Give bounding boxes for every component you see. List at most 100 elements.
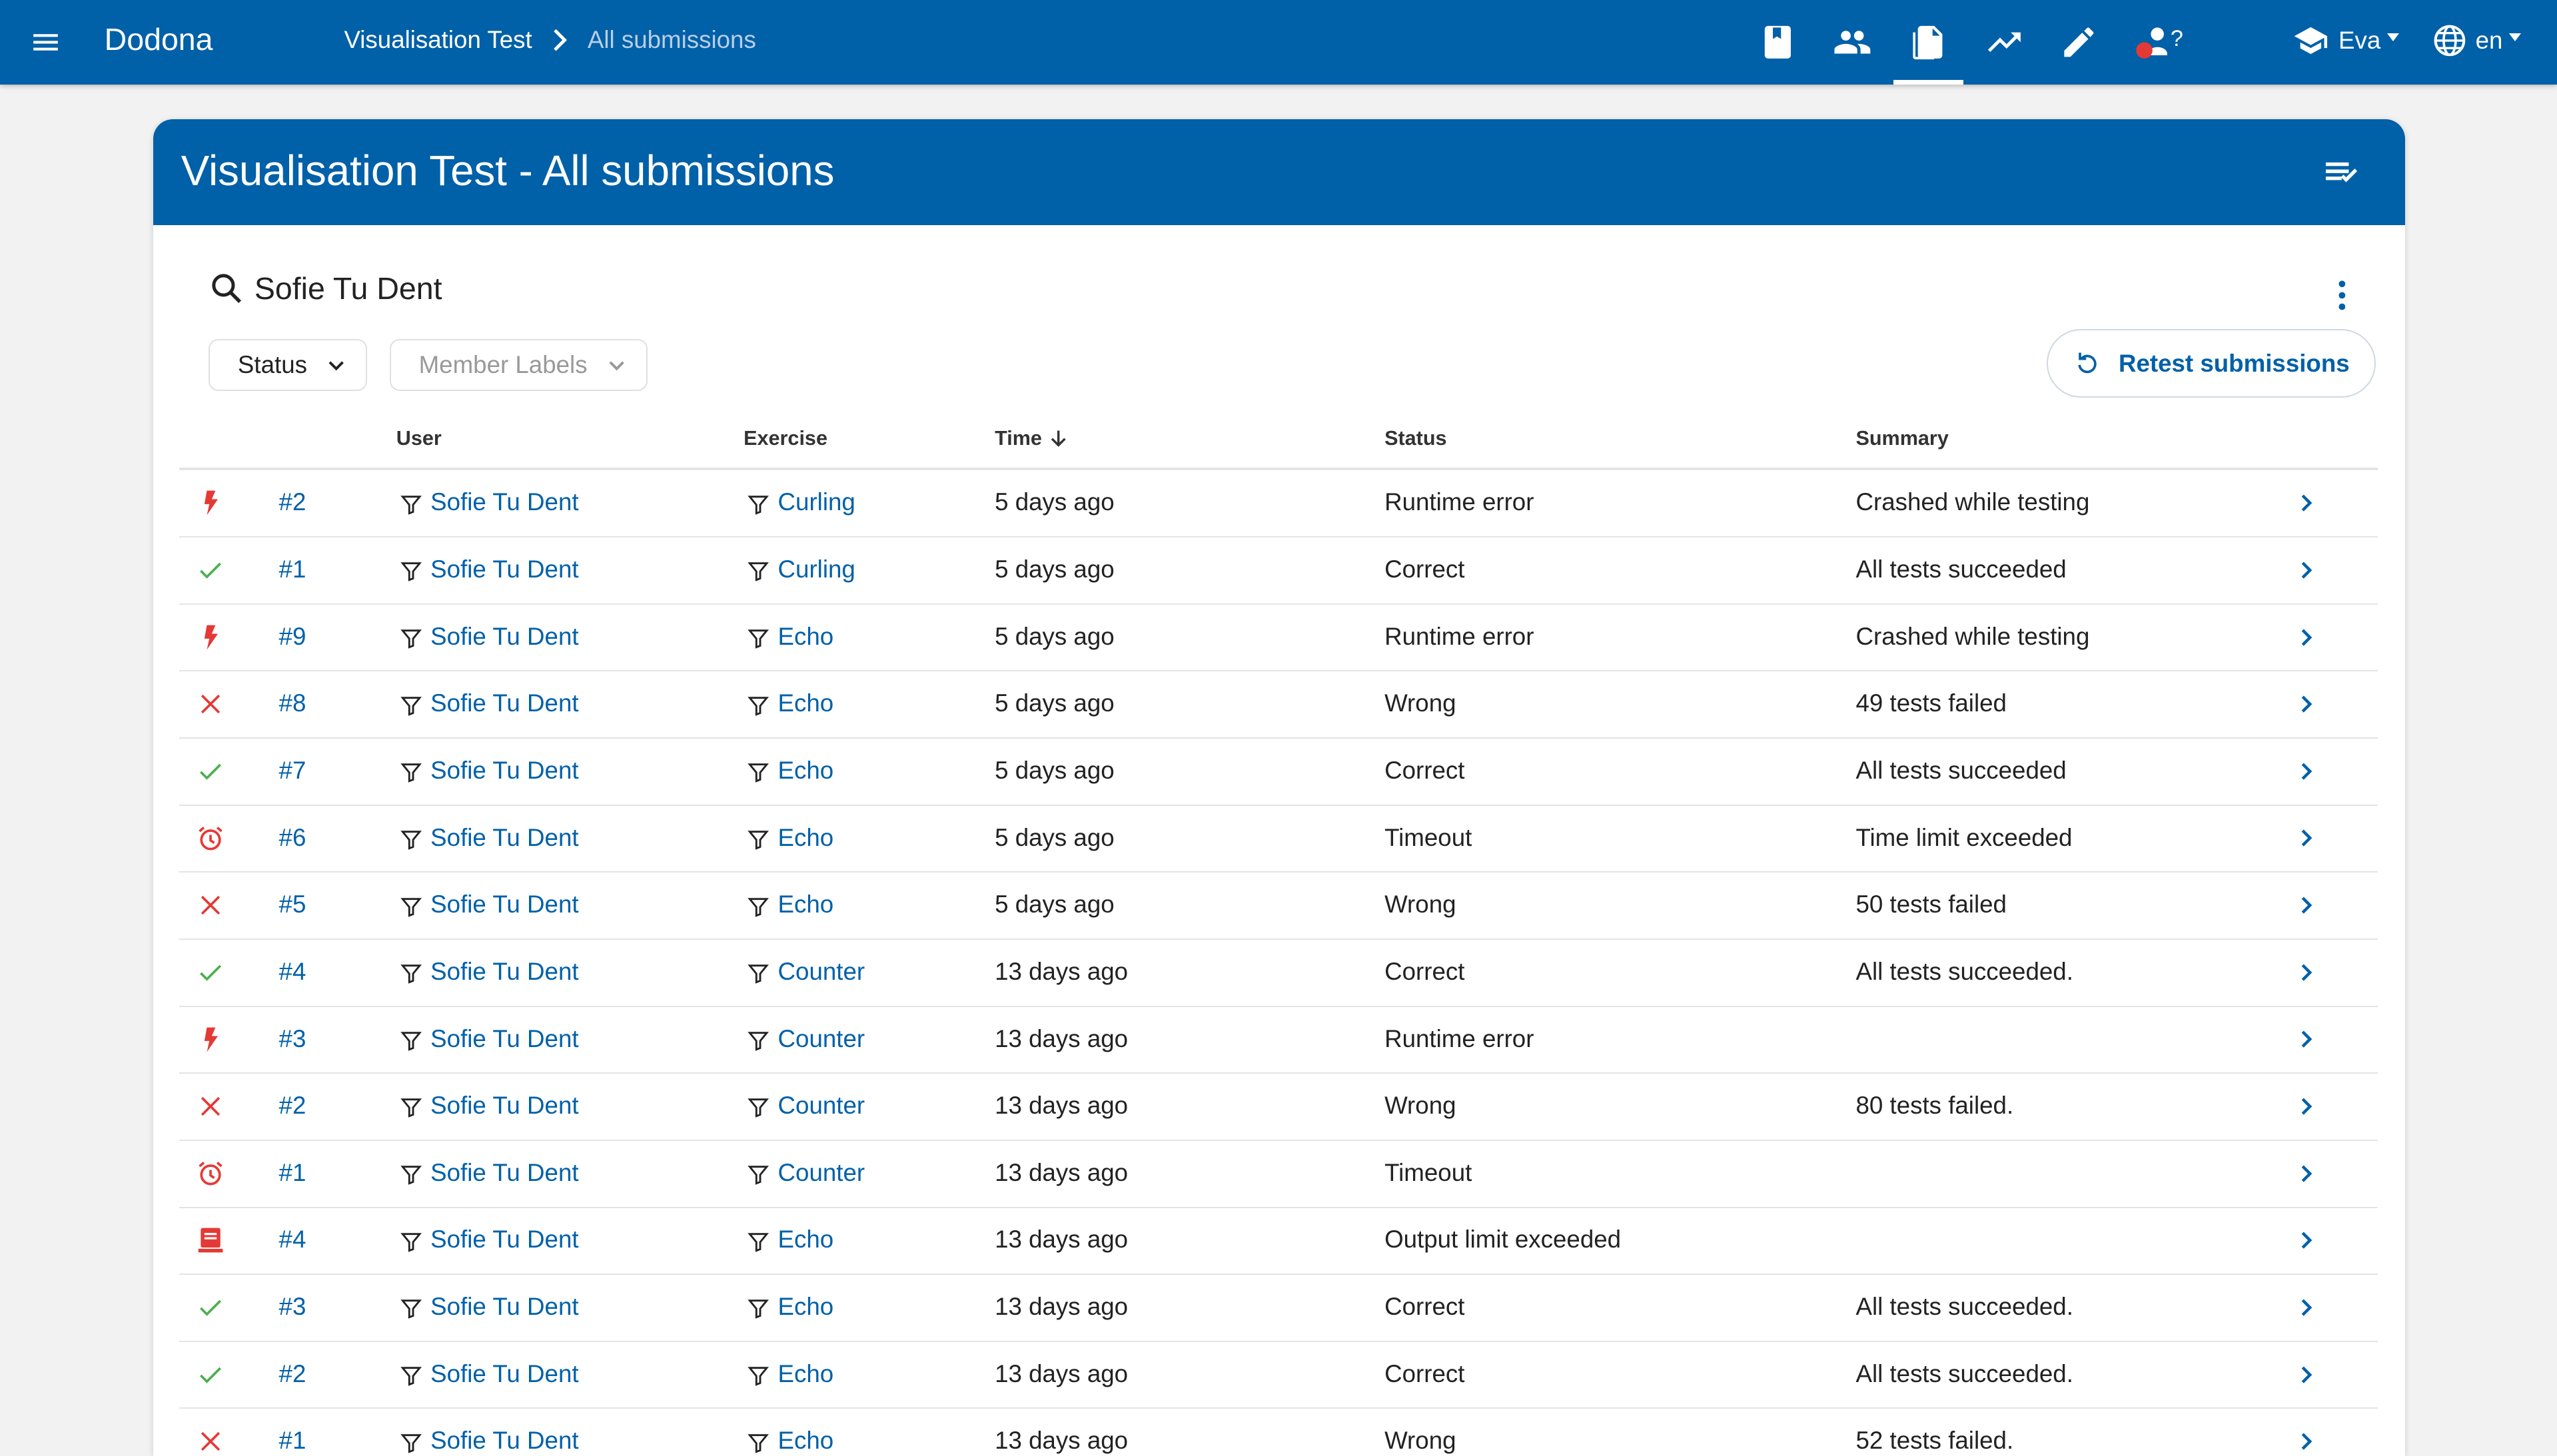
filter-icon[interactable] [400,1431,422,1454]
table-row[interactable]: #6 Sofie Tu Dent Echo 5 days ago Timeout Time… [179,806,2378,873]
submissions-icon[interactable] [1908,23,1947,62]
table-row[interactable]: #4 Sofie Tu Dent Echo 13 days ago Output lim… [179,1208,2378,1275]
column-header-time[interactable]: Time [995,427,1068,450]
stats-icon[interactable] [1985,23,2024,62]
user-link[interactable]: Sofie Tu Dent [430,757,578,785]
table-row[interactable]: #3 Sofie Tu Dent Counter 13 days ago Runtime… [179,1007,2378,1074]
language-menu[interactable]: en [2432,23,2522,59]
filter-icon[interactable] [747,694,769,717]
table-row[interactable]: #3 Sofie Tu Dent Echo 13 days ago Correct All… [179,1275,2378,1342]
breadcrumb-course-link[interactable]: Visualisation Test [344,26,532,54]
table-row[interactable]: #1 Sofie Tu Dent Echo 13 days ago Wrong 52 te… [179,1409,2377,1455]
people-icon[interactable] [1833,23,1872,62]
exercise-link[interactable]: Echo [778,757,834,785]
user-link[interactable]: Sofie Tu Dent [430,1226,578,1254]
submission-number-link[interactable]: #8 [279,689,306,717]
exercise-link[interactable]: Echo [778,1360,834,1388]
exercise-link[interactable]: Echo [778,891,834,918]
filter-icon[interactable] [747,1096,769,1118]
table-row[interactable]: #9 Sofie Tu Dent Echo 5 days ago Runtime err… [179,605,2378,672]
edit-icon[interactable] [2059,23,2099,62]
filter-icon[interactable] [747,493,769,516]
filter-icon[interactable] [400,559,422,582]
filter-icon[interactable] [747,627,769,649]
submission-number-link[interactable]: #9 [279,623,306,651]
filter-icon[interactable] [747,1297,769,1319]
submission-number-link[interactable]: #3 [279,1025,306,1053]
playlist-check-icon[interactable] [2320,152,2363,194]
submission-number-link[interactable]: #2 [279,1092,306,1120]
user-link[interactable]: Sofie Tu Dent [430,488,578,516]
exercise-link[interactable]: Counter [778,1159,865,1187]
user-menu[interactable]: Eva [2291,23,2400,59]
chevron-right-icon[interactable] [2295,1095,2317,1118]
chevron-right-icon[interactable] [2295,492,2317,514]
table-row[interactable]: #2 Sofie Tu Dent Curling 5 days ago Runtime … [179,470,2378,538]
chevron-right-icon[interactable] [2295,626,2317,649]
user-link[interactable]: Sofie Tu Dent [430,689,578,717]
submission-number-link[interactable]: #2 [279,1360,306,1388]
filter-icon[interactable] [400,627,422,649]
filter-icon[interactable] [400,761,422,783]
submission-number-link[interactable]: #1 [279,1159,306,1187]
table-row[interactable]: #8 Sofie Tu Dent Echo 5 days ago Wrong 49 tes… [179,671,2378,739]
filter-icon[interactable] [400,1230,422,1253]
book-icon[interactable] [1758,23,1797,62]
submission-number-link[interactable]: #1 [279,1427,306,1455]
chevron-right-icon[interactable] [2295,827,2317,849]
exercise-link[interactable]: Echo [778,1427,834,1455]
submission-number-link[interactable]: #6 [279,824,306,852]
chevron-right-icon[interactable] [2295,961,2317,984]
more-vertical-icon[interactable] [2322,276,2362,315]
menu-icon[interactable] [29,26,62,59]
filter-icon[interactable] [747,761,769,783]
table-row[interactable]: #4 Sofie Tu Dent Counter 13 days ago Correct… [179,940,2378,1007]
user-link[interactable]: Sofie Tu Dent [430,1427,578,1455]
filter-icon[interactable] [400,694,422,717]
filter-icon[interactable] [400,1163,422,1186]
user-link[interactable]: Sofie Tu Dent [430,623,578,651]
user-link[interactable]: Sofie Tu Dent [430,891,578,918]
submission-number-link[interactable]: #2 [279,488,306,516]
filter-icon[interactable] [747,828,769,851]
chevron-right-icon[interactable] [2295,760,2317,783]
exercise-link[interactable]: Curling [778,488,855,516]
filter-icon[interactable] [747,1431,769,1454]
user-link[interactable]: Sofie Tu Dent [430,1159,578,1187]
chevron-right-icon[interactable] [2295,1296,2317,1319]
retest-submissions-button[interactable]: Retest submissions [2046,329,2376,398]
submission-number-link[interactable]: #3 [279,1293,306,1321]
user-link[interactable]: Sofie Tu Dent [430,1092,578,1120]
table-row[interactable]: #1 Sofie Tu Dent Curling 5 days ago Correct A… [179,538,2378,605]
status-filter-dropdown[interactable]: Status [209,339,367,392]
exercise-link[interactable]: Echo [778,689,834,717]
chevron-right-icon[interactable] [2295,1162,2317,1185]
app-name[interactable]: Dodona [105,21,213,57]
exercise-link[interactable]: Counter [778,958,865,986]
user-link[interactable]: Sofie Tu Dent [430,1360,578,1388]
submission-number-link[interactable]: #4 [279,1226,306,1254]
exercise-link[interactable]: Counter [778,1025,865,1053]
exercise-link[interactable]: Echo [778,1226,834,1254]
chevron-right-icon[interactable] [2295,1229,2317,1252]
filter-icon[interactable] [747,559,769,582]
chevron-right-icon[interactable] [2295,1430,2317,1453]
submission-number-link[interactable]: #7 [279,757,306,785]
chevron-right-icon[interactable] [2295,693,2317,715]
filter-icon[interactable] [400,1029,422,1052]
member-labels-filter-dropdown[interactable]: Member Labels [389,339,648,392]
chevron-right-icon[interactable] [2295,559,2317,581]
user-link[interactable]: Sofie Tu Dent [430,555,578,583]
filter-icon[interactable] [400,828,422,851]
filter-icon[interactable] [747,962,769,984]
filter-icon[interactable] [400,895,422,918]
exercise-link[interactable]: Counter [778,1092,865,1120]
filter-icon[interactable] [400,1364,422,1387]
filter-icon[interactable] [747,1364,769,1387]
exercise-link[interactable]: Curling [778,555,855,583]
submission-number-link[interactable]: #1 [279,555,306,583]
table-row[interactable]: #5 Sofie Tu Dent Echo 5 days ago Wrong 50 tes… [179,873,2378,940]
user-link[interactable]: Sofie Tu Dent [430,958,578,986]
filter-icon[interactable] [400,493,422,516]
table-row[interactable]: #2 Sofie Tu Dent Counter 13 days ago Wrong 80… [179,1074,2378,1141]
